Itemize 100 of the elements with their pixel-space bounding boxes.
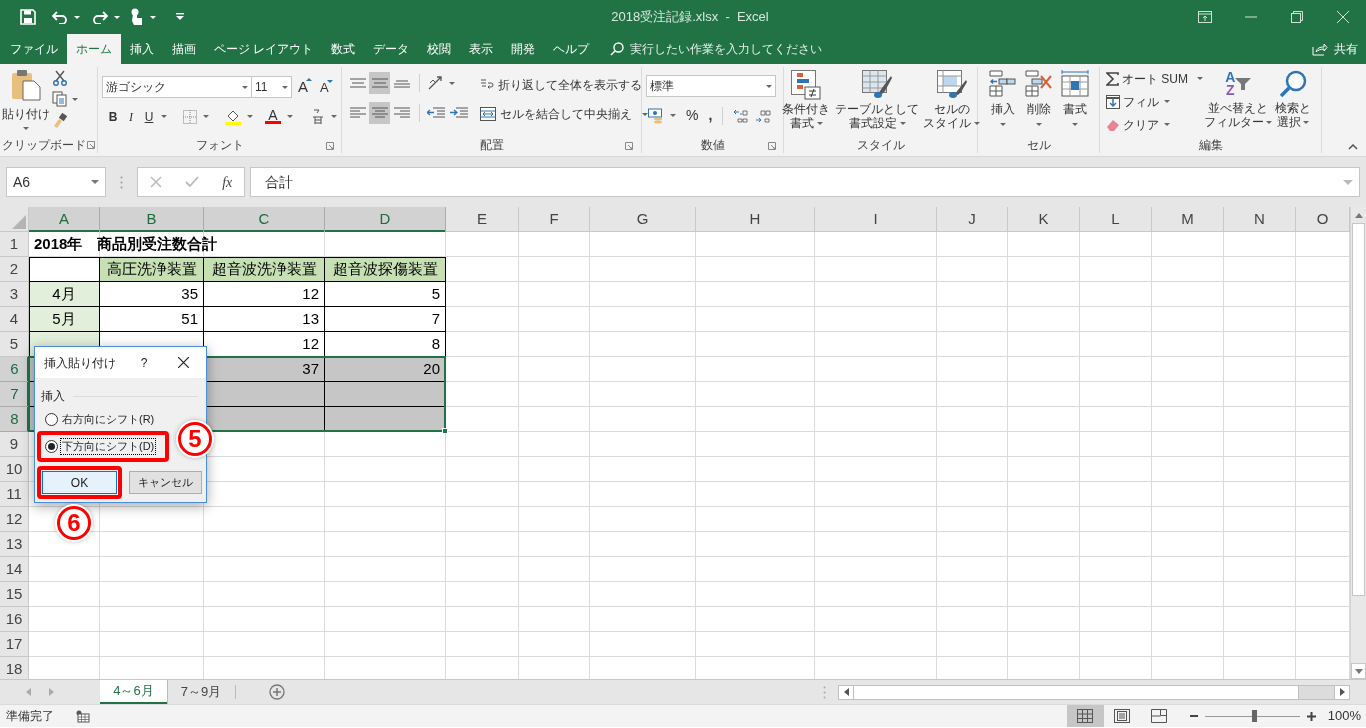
row-header[interactable]: 10 (0, 457, 29, 482)
column-header[interactable]: K (1008, 207, 1080, 232)
table-cell[interactable]: 超音波探傷装置 (325, 257, 446, 282)
scroll-thumb[interactable] (1352, 223, 1365, 596)
collapse-ribbon-icon[interactable] (1348, 144, 1358, 150)
radio-button[interactable] (45, 440, 58, 453)
menu-tab[interactable]: ページ レイアウト (205, 34, 323, 64)
column-header[interactable]: F (519, 207, 590, 232)
column-header[interactable]: A (29, 207, 100, 232)
row-header[interactable]: 18 (0, 657, 29, 679)
column-header[interactable]: D (325, 207, 446, 232)
row-header[interactable]: 7 (0, 382, 29, 407)
row-header[interactable]: 11 (0, 482, 29, 507)
table-cell[interactable] (29, 257, 100, 282)
menu-tab[interactable]: 校閲 (418, 34, 461, 64)
menu-tab[interactable]: 数式 (322, 34, 365, 64)
tell-me-field[interactable]: 実行したい作業を入力してください (610, 34, 823, 64)
table-cell[interactable]: 5月 (29, 307, 100, 332)
wrap-text-button[interactable]: 折り返して全体を表示する (480, 75, 648, 95)
column-header[interactable]: N (1224, 207, 1296, 232)
percent-button[interactable]: % (686, 105, 699, 126)
ok-button[interactable]: OK (42, 471, 117, 494)
column-header[interactable]: C (204, 207, 325, 232)
table-cell[interactable]: 高圧洗浄装置 (100, 257, 204, 282)
table-cell[interactable]: 5 (325, 282, 446, 307)
slider-thumb[interactable] (1252, 710, 1258, 722)
name-box[interactable]: A6 (6, 167, 106, 197)
column-header[interactable]: M (1152, 207, 1224, 232)
row-header[interactable]: 6 (0, 357, 29, 382)
row-header[interactable]: 9 (0, 432, 29, 457)
menu-tab[interactable]: データ (364, 34, 419, 64)
shrink-font-button[interactable]: A (320, 77, 333, 97)
column-header[interactable]: B (100, 207, 204, 232)
row-header[interactable]: 17 (0, 632, 29, 657)
format-as-table-button[interactable]: テーブルとして 書式設定 (834, 70, 920, 137)
zoom-in-icon[interactable] (1306, 711, 1316, 721)
cancel-button[interactable]: キャンセル (129, 471, 202, 494)
conditional-formatting-button[interactable]: 条件付き 書式 (780, 70, 832, 137)
sheet-tab[interactable]: 7～9月 (167, 680, 235, 704)
column-header[interactable]: H (696, 207, 815, 232)
decrease-decimal-icon[interactable] (755, 108, 772, 123)
table-cell[interactable]: 12 (204, 282, 325, 307)
font-size-field[interactable]: 11 (252, 76, 292, 99)
column-header[interactable]: I (815, 207, 937, 232)
format-cells-button[interactable]: 書式 (1060, 70, 1089, 137)
accounting-format-icon[interactable] (648, 107, 664, 124)
autosum-button[interactable]: オート SUM (1106, 69, 1206, 88)
find-select-button[interactable]: 検索と 選択 (1271, 69, 1315, 137)
save-icon[interactable] (20, 9, 36, 25)
table-cell[interactable]: 7 (325, 307, 446, 332)
normal-view-icon[interactable] (1066, 705, 1104, 727)
row-header[interactable]: 5 (0, 332, 29, 357)
cell-styles-button[interactable]: セルの スタイル (922, 70, 981, 137)
paste-button[interactable]: 貼り付け (0, 67, 52, 137)
redo-icon[interactable] (92, 10, 108, 24)
fill-handle[interactable] (442, 428, 448, 434)
row-header[interactable]: 16 (0, 607, 29, 632)
row-header[interactable]: 12 (0, 507, 29, 532)
number-format-field[interactable]: 標準 (646, 75, 776, 97)
menu-tab[interactable]: 開発 (502, 34, 545, 64)
increase-indent-icon[interactable] (450, 107, 468, 119)
table-cell[interactable]: 35 (100, 282, 204, 307)
italic-button[interactable]: I (125, 107, 137, 126)
font-name-field[interactable]: 游ゴシック (102, 76, 252, 99)
menu-tab[interactable]: 挿入 (121, 34, 163, 64)
zoom-slider[interactable] (1204, 710, 1300, 722)
menu-tab[interactable]: ホーム (67, 34, 121, 64)
scroll-down-icon[interactable] (1351, 663, 1366, 679)
copy-icon[interactable] (52, 91, 68, 107)
sort-filter-button[interactable]: A Z 並べ替えと フィルター (1205, 69, 1272, 137)
table-cell[interactable]: 51 (100, 307, 204, 332)
row-header[interactable]: 13 (0, 532, 29, 557)
close-icon[interactable] (178, 357, 189, 368)
underline-button[interactable]: U (143, 107, 155, 126)
row-header[interactable]: 8 (0, 407, 29, 432)
fill-color-icon[interactable] (225, 108, 241, 125)
insert-cells-button[interactable]: 挿入 (988, 70, 1017, 137)
column-header[interactable]: J (937, 207, 1008, 232)
menu-tab[interactable]: ヘルプ (544, 34, 599, 64)
scroll-left-icon[interactable] (839, 685, 854, 699)
column-header[interactable]: O (1296, 207, 1350, 232)
table-cell[interactable] (325, 382, 446, 407)
comma-button[interactable]: , (708, 105, 713, 126)
customize-icon[interactable] (176, 13, 184, 21)
menu-tab[interactable]: 描画 (163, 34, 205, 64)
increase-decimal-icon[interactable] (733, 108, 750, 123)
menu-tab[interactable]: ファイル (1, 34, 67, 64)
radio-button[interactable] (45, 413, 58, 426)
row-header[interactable]: 4 (0, 307, 29, 332)
row-header[interactable]: 15 (0, 582, 29, 607)
table-cell[interactable]: 4月 (29, 282, 100, 307)
fill-button[interactable]: フィル (1106, 92, 1206, 111)
radio-label[interactable]: 右方向にシフト(R) (61, 412, 156, 427)
menu-tab[interactable]: 表示 (460, 34, 503, 64)
row-header[interactable]: 3 (0, 282, 29, 307)
row-header[interactable]: 2 (0, 257, 29, 282)
scroll-thumb[interactable] (854, 685, 1299, 699)
row-header[interactable]: 1 (0, 232, 29, 257)
table-cell[interactable]: 20 (325, 357, 446, 382)
touch-mode-icon[interactable] (130, 8, 144, 26)
